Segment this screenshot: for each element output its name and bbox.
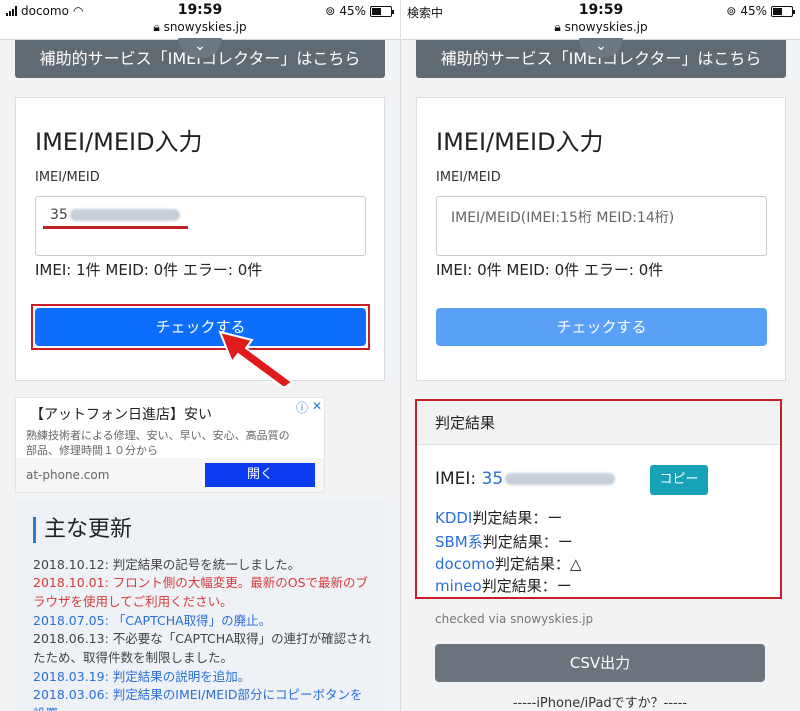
field-label: IMEI/MEID	[35, 170, 100, 185]
ad-domain: at-phone.com	[26, 468, 110, 482]
battery-percent: 45%	[740, 4, 767, 18]
carrier-link[interactable]: docomo	[435, 555, 495, 573]
count-summary: IMEI: 0件 MEID: 0件 エラー: 0件	[436, 261, 664, 279]
field-label: IMEI/MEID	[436, 170, 501, 185]
csv-export-button[interactable]: CSV出力	[435, 644, 765, 682]
red-underline-annotation	[43, 226, 188, 229]
redacted-digits	[505, 473, 616, 485]
status-right: ⊚ 45%	[325, 4, 394, 18]
copy-button[interactable]: コピー	[650, 465, 708, 495]
result-row-kddi: KDDI判定結果：ー	[435, 507, 562, 528]
check-button[interactable]: チェックする	[35, 308, 366, 346]
imei-label: IMEI:	[435, 469, 477, 489]
result-row-docomo: docomo判定結果：△	[435, 553, 581, 574]
result-value: ー	[557, 533, 573, 551]
status-right: ⊚ 45%	[726, 4, 795, 18]
updates-title: 主な更新	[33, 517, 132, 543]
ad-title[interactable]: 【アットフォン日進店】安い	[30, 404, 212, 424]
left-phone-screen: docomo ◠ 19:59 🔒︎ snowyskies.jp ⊚ 45% 補助…	[0, 0, 400, 711]
update-item[interactable]: 2018.03.19: 判定結果の説明を追加。	[33, 667, 373, 686]
imei-input-value: 35	[50, 207, 68, 223]
carrier-link[interactable]: SBM系	[435, 533, 483, 551]
address-url[interactable]: 🔒︎ snowyskies.jp	[401, 20, 800, 35]
lock-icon: 🔒︎	[153, 20, 160, 34]
battery-icon	[370, 5, 394, 17]
screenshot-comparison: docomo ◠ 19:59 🔒︎ snowyskies.jp ⊚ 45% 補助…	[0, 0, 800, 711]
result-value: △	[569, 555, 582, 573]
result-label: 判定結果：	[482, 533, 558, 551]
card-title: IMEI/MEID入力	[436, 128, 604, 156]
result-row-mineo: mineo判定結果：ー	[435, 575, 572, 596]
carrier-link[interactable]: mineo	[435, 577, 482, 595]
orientation-lock-icon: ⊚	[726, 4, 737, 18]
update-item: 2018.06.13: 不必要な「CAPTCHA取得」の連打が確認されたため、取…	[33, 631, 372, 665]
right-phone-screen: 検索中 19:59 🔒︎ snowyskies.jp ⊚ 45% 補助的サービス…	[400, 0, 800, 711]
imei-input[interactable]: IMEI/MEID(IMEI:15桁 MEID:14桁)	[436, 196, 767, 256]
status-bar: docomo ◠ 19:59 🔒︎ snowyskies.jp ⊚ 45%	[0, 0, 400, 40]
result-label: 判定結果：	[481, 577, 557, 595]
updates-section: 主な更新 2018.10.12: 判定結果の記号を統一しました。 2018.10…	[15, 499, 385, 711]
battery-percent: 45%	[339, 4, 366, 18]
count-summary: IMEI: 1件 MEID: 0件 エラー: 0件	[35, 261, 263, 279]
result-row-sbm: SBM系判定結果：ー	[435, 531, 573, 552]
battery-icon	[771, 5, 795, 17]
check-button[interactable]: チェックする	[436, 308, 767, 346]
red-arrow-annotation	[218, 330, 294, 386]
result-value: ー	[547, 509, 563, 527]
url-text: snowyskies.jp	[163, 20, 247, 34]
update-item[interactable]: 2018.03.06: 判定結果のIMEI/MEID部分にコピーボタンを設置。	[33, 685, 373, 711]
ad-open-button[interactable]: 開く	[205, 463, 315, 487]
checked-via-text: checked via snowyskies.jp	[435, 612, 594, 626]
card-title: IMEI/MEID入力	[35, 128, 203, 156]
imei-input-card: IMEI/MEID入力 IMEI/MEID IMEI/MEID(IMEI:15桁…	[416, 97, 786, 381]
imei-input-card: IMEI/MEID入力 IMEI/MEID 35 IMEI: 1件 MEID: …	[15, 97, 385, 381]
carrier-link[interactable]: KDDI	[435, 509, 472, 527]
lock-icon: 🔒︎	[554, 20, 561, 34]
redacted-digits	[69, 209, 180, 221]
iphone-question-text: -----iPhone/iPadですか？-----	[512, 696, 688, 711]
orientation-lock-icon: ⊚	[325, 4, 336, 18]
result-imei: IMEI: 35	[435, 469, 616, 489]
result-label: 判定結果：	[494, 555, 570, 573]
url-text: snowyskies.jp	[564, 20, 648, 34]
ad-info-icon[interactable]: ⓘ	[296, 399, 308, 416]
status-bar: 検索中 19:59 🔒︎ snowyskies.jp ⊚ 45%	[401, 0, 800, 40]
ad-description: 熟練技術者による修理、安い、早い、安心、高品質の部品、修理時間１０分から	[26, 429, 290, 457]
advertisement[interactable]: 【アットフォン日進店】安い ⓘ ✕ 熟練技術者による修理、安い、早い、安心、高品…	[15, 397, 325, 493]
result-value: ー	[556, 577, 572, 595]
result-card: 判定結果 IMEI: 35 コピー KDDI判定結果：ー SBM系判定結果：ー …	[415, 399, 782, 599]
result-header: 判定結果	[417, 401, 780, 445]
address-url[interactable]: 🔒︎ snowyskies.jp	[0, 20, 400, 35]
update-item: 2018.10.01: フロント側の大幅変更。最新のOSで最新のブラウザを使用し…	[33, 575, 369, 609]
imei-value[interactable]: 35	[482, 469, 504, 489]
update-item[interactable]: 2018.07.05: 「CAPTCHA取得」の廃止。	[33, 611, 373, 630]
ad-close-icon[interactable]: ✕	[312, 399, 322, 413]
result-label: 判定結果：	[472, 509, 548, 527]
update-item: 2018.10.12: 判定結果の記号を統一しました。	[33, 557, 301, 572]
